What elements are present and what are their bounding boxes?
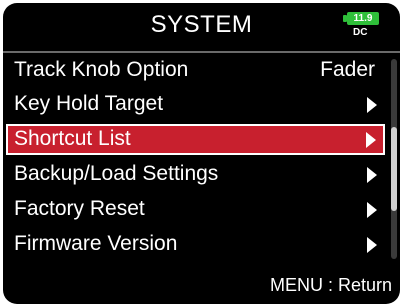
header: SYSTEM 11.9 DC (3, 3, 400, 49)
menu-item-factory-reset[interactable]: Factory Reset (3, 194, 387, 225)
header-divider (3, 51, 400, 53)
page-title: SYSTEM (150, 11, 253, 38)
footer-hint: MENU : Return (269, 275, 392, 295)
power-source-label: DC (353, 27, 368, 38)
chevron-right-icon (367, 202, 377, 218)
menu-item-label: Factory Reset (14, 197, 145, 220)
menu-item-label: Backup/Load Settings (14, 162, 219, 185)
menu-item-track-knob-option[interactable]: Track Knob Option Fader (3, 55, 387, 86)
chevron-right-icon (367, 167, 377, 183)
menu-item-label: Shortcut List (14, 127, 131, 150)
menu-item-firmware-version[interactable]: Firmware Version (3, 229, 387, 260)
menu-item-backup-load-settings[interactable]: Backup/Load Settings (3, 159, 387, 190)
menu-item-value: Fader (320, 58, 375, 81)
chevron-right-icon (367, 237, 377, 253)
scrollbar-thumb[interactable] (391, 127, 397, 211)
battery-level: 11.9 (347, 12, 379, 25)
device-frame: SYSTEM 11.9 DC Track Knob Option Fader K… (0, 0, 403, 307)
menu-item-label: Key Hold Target (14, 92, 164, 115)
menu-item-shortcut-list[interactable]: Shortcut List (6, 124, 385, 155)
menu-item-label: Track Knob Option (14, 58, 189, 81)
chevron-right-icon (367, 97, 377, 113)
lcd-screen: SYSTEM 11.9 DC Track Knob Option Fader K… (3, 3, 400, 304)
chevron-right-icon (366, 132, 376, 148)
battery-indicator: 11.9 DC (343, 12, 383, 44)
scrollbar[interactable] (391, 59, 397, 259)
menu-item-label: Firmware Version (14, 232, 178, 255)
menu-item-key-hold-target[interactable]: Key Hold Target (3, 89, 387, 120)
